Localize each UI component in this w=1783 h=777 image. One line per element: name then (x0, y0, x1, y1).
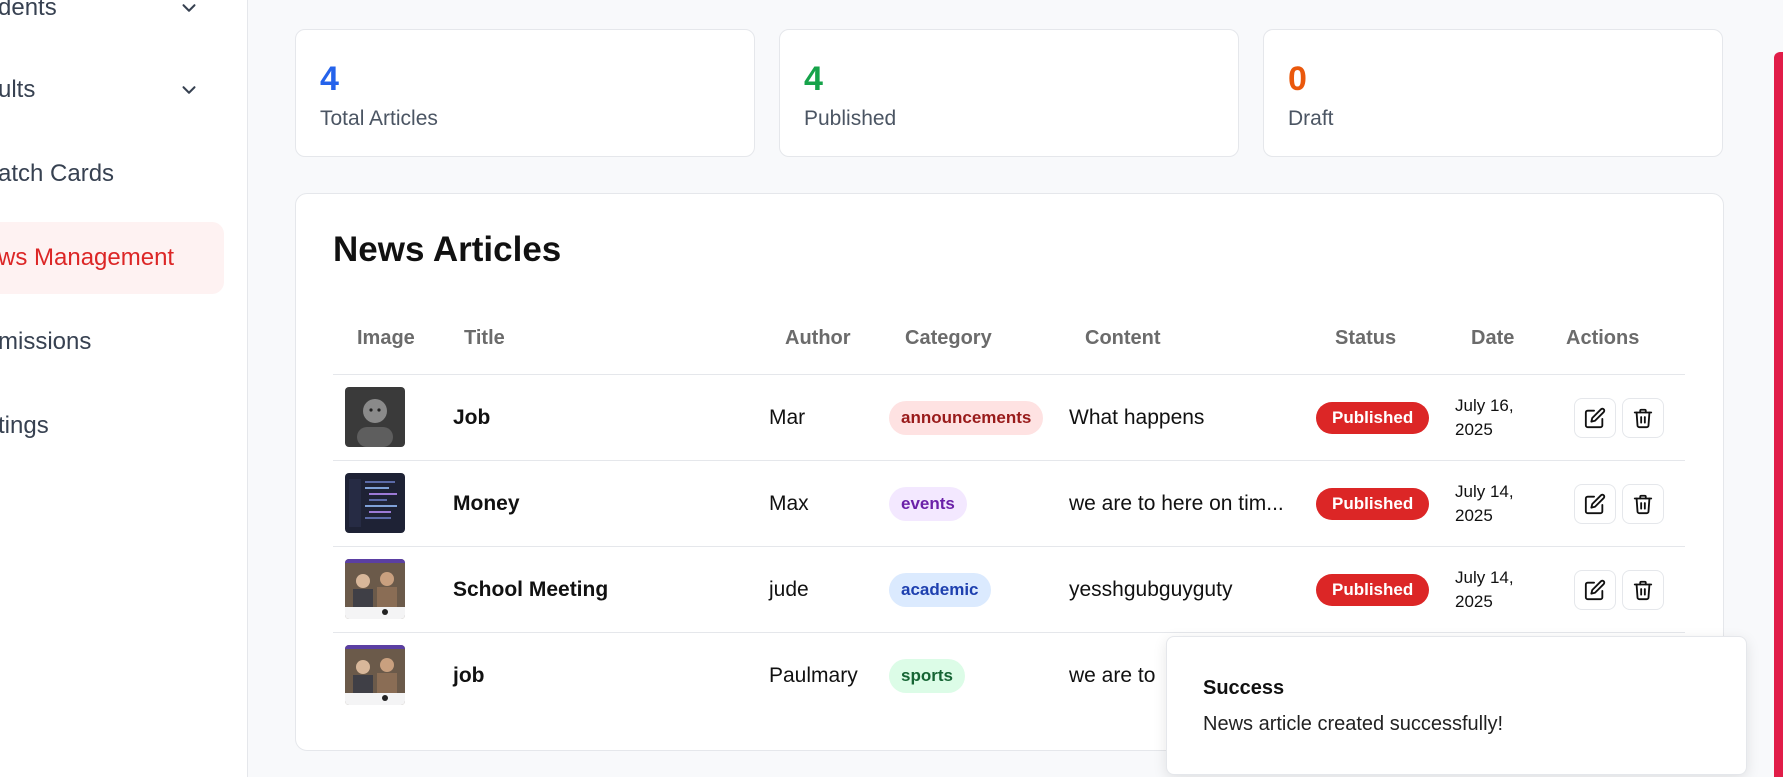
category-badge: events (889, 486, 967, 521)
article-thumbnail (345, 473, 405, 533)
edit-button[interactable] (1574, 570, 1616, 610)
sidebar-item-news-management[interactable]: ws Management (0, 222, 224, 294)
article-title: School Meeting (453, 577, 609, 601)
category-badge: announcements (889, 400, 1044, 435)
table-row: School Meeting jude academic yesshgubguy… (333, 547, 1685, 632)
article-status: Published (1316, 547, 1430, 632)
chevron-down-icon (182, 86, 196, 94)
stat-value: 4 (320, 60, 339, 98)
article-date: July 14, 2025 (1455, 566, 1514, 614)
trash-icon (1633, 494, 1653, 515)
sidebar-item-results[interactable]: ults (0, 54, 224, 126)
column-header-author: Author (785, 327, 851, 349)
status-badge: Published (1316, 573, 1430, 606)
article-author: Mar (769, 405, 806, 429)
article-content: What happens (1069, 405, 1205, 429)
edit-button[interactable] (1574, 398, 1616, 438)
column-header-date: Date (1471, 327, 1515, 349)
sidebar-item-scratch-cards[interactable]: atch Cards (0, 138, 224, 210)
date-line: July 16, (1455, 396, 1514, 415)
article-author: Paulmary (769, 663, 858, 687)
category-badge: sports (889, 658, 965, 693)
article-content: we are to here on tim... (1069, 491, 1284, 515)
column-header-actions: Actions (1566, 327, 1640, 349)
trash-icon (1633, 408, 1653, 429)
stat-label: Published (804, 107, 897, 130)
table-row: Job Mar announcements What happens Publi… (333, 375, 1685, 460)
sidebar-item-students[interactable]: dents (0, 0, 224, 44)
column-header-status: Status (1335, 327, 1397, 349)
article-author: jude (769, 577, 809, 601)
trash-icon (1633, 580, 1653, 601)
article-thumbnail (345, 387, 405, 447)
chevron-down-icon (182, 4, 196, 12)
article-title: Job (453, 405, 491, 429)
panel-title: News Articles (333, 230, 562, 269)
article-title: Money (453, 491, 520, 515)
edit-icon (1584, 493, 1606, 515)
column-header-category: Category (905, 327, 992, 349)
category-badge: academic (889, 572, 991, 607)
status-badge: Published (1316, 487, 1430, 520)
article-category: academic (889, 547, 991, 632)
success-toast[interactable]: Success News article created successfull… (1166, 636, 1747, 775)
sidebar-item-label: ws Management (0, 244, 175, 271)
date-line: 2025 (1455, 592, 1493, 611)
article-date: July 16, 2025 (1455, 394, 1514, 442)
date-line: 2025 (1455, 506, 1493, 525)
article-content: we are to (1069, 663, 1156, 687)
table-row: Money Max events we are to here on tim..… (333, 461, 1685, 546)
toast-title: Success (1203, 677, 1285, 699)
article-thumbnail (345, 559, 405, 619)
column-header-image: Image (357, 327, 415, 349)
status-badge: Published (1316, 401, 1430, 434)
article-content: yesshgubguyguty (1069, 577, 1233, 601)
sidebar-item-admissions[interactable]: missions (0, 306, 224, 378)
edit-button[interactable] (1574, 484, 1616, 524)
article-category: announcements (889, 375, 1044, 460)
article-category: sports (889, 633, 965, 718)
scrollbar-thumb[interactable] (1774, 52, 1783, 777)
date-line: 2025 (1455, 420, 1493, 439)
stat-card-total: 4 Total Articles (295, 29, 755, 157)
date-line: July 14, (1455, 568, 1514, 587)
sidebar-item-label: tings (0, 412, 49, 439)
stat-label: Draft (1288, 107, 1334, 130)
article-status: Published (1316, 375, 1430, 460)
date-line: July 14, (1455, 482, 1514, 501)
sidebar-item-label: dents (0, 0, 57, 21)
delete-button[interactable] (1622, 570, 1664, 610)
sidebar-item-label: missions (0, 328, 92, 355)
article-title: job (453, 663, 485, 687)
stat-card-published: 4 Published (779, 29, 1239, 157)
article-category: events (889, 461, 967, 546)
edit-icon (1584, 407, 1606, 429)
edit-icon (1584, 579, 1606, 601)
column-header-title: Title (464, 327, 505, 349)
sidebar-item-settings[interactable]: tings (0, 390, 224, 462)
article-status: Published (1316, 461, 1430, 546)
delete-button[interactable] (1622, 398, 1664, 438)
stat-value: 0 (1288, 60, 1307, 98)
sidebar: dents ults atch Cards ws Management miss… (0, 0, 248, 777)
stat-label: Total Articles (320, 107, 438, 130)
article-thumbnail (345, 645, 405, 705)
article-author: Max (769, 491, 809, 515)
column-header-content: Content (1085, 327, 1161, 349)
delete-button[interactable] (1622, 484, 1664, 524)
sidebar-item-label: atch Cards (0, 160, 115, 187)
sidebar-item-label: ults (0, 76, 36, 103)
stat-value: 4 (804, 60, 823, 98)
article-date: July 14, 2025 (1455, 480, 1514, 528)
toast-message: News article created successfully! (1203, 713, 1504, 735)
stat-card-draft: 0 Draft (1263, 29, 1723, 157)
